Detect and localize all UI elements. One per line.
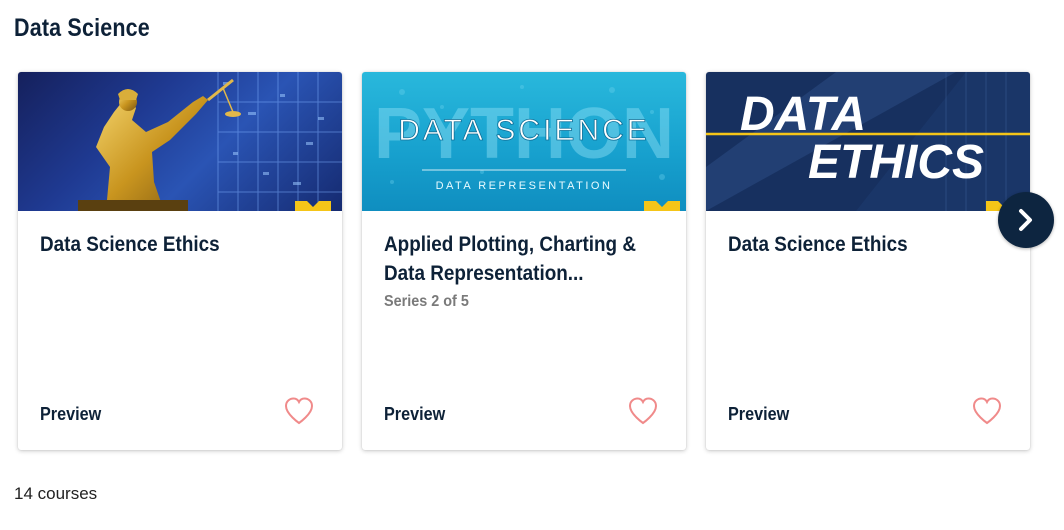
python-data-science-image: PYTHON DATA SCIENCE DATA REPRESENTATION <box>374 85 674 192</box>
preview-link[interactable]: Preview <box>384 404 445 425</box>
section-title: Data Science <box>14 14 150 42</box>
svg-text:DATA SCIENCE: DATA SCIENCE <box>398 114 650 147</box>
chevron-right-icon <box>1019 209 1032 231</box>
svg-text:DATA REPRESENTATION: DATA REPRESENTATION <box>436 180 613 192</box>
course-count: 14 courses <box>14 484 98 503</box>
favorite-heart-icon[interactable] <box>627 396 659 426</box>
course-title[interactable]: Data Science Ethics <box>40 230 310 259</box>
course-thumbnail[interactable] <box>18 72 342 211</box>
course-title[interactable]: Applied Plotting, Charting & Data Repres… <box>384 230 654 288</box>
course-card[interactable]: DATA ETHICS Data Science Ethics Preview <box>706 72 1030 450</box>
lady-justice-image <box>78 72 342 211</box>
preview-link[interactable]: Preview <box>728 404 789 425</box>
favorite-heart-icon[interactable] <box>283 396 315 426</box>
course-thumbnail[interactable]: PYTHON DATA SCIENCE DATA REPRESENTATION <box>362 72 686 211</box>
preview-link[interactable]: Preview <box>40 404 101 425</box>
course-card[interactable]: PYTHON DATA SCIENCE DATA REPRESENTATION … <box>362 72 686 450</box>
course-card[interactable]: Data Science Ethics Preview <box>18 72 342 450</box>
university-logo-icon <box>295 201 331 211</box>
carousel-next-button[interactable] <box>998 192 1054 248</box>
favorite-heart-icon[interactable] <box>971 396 1003 426</box>
course-thumbnail[interactable]: DATA ETHICS <box>706 72 1030 211</box>
course-title[interactable]: Data Science Ethics <box>728 230 998 259</box>
svg-text:ETHICS: ETHICS <box>808 136 984 189</box>
data-ethics-image: DATA ETHICS <box>706 72 1030 211</box>
university-logo-icon <box>644 201 680 211</box>
series-label: Series 2 of 5 <box>384 293 469 310</box>
svg-text:DATA: DATA <box>740 88 866 141</box>
